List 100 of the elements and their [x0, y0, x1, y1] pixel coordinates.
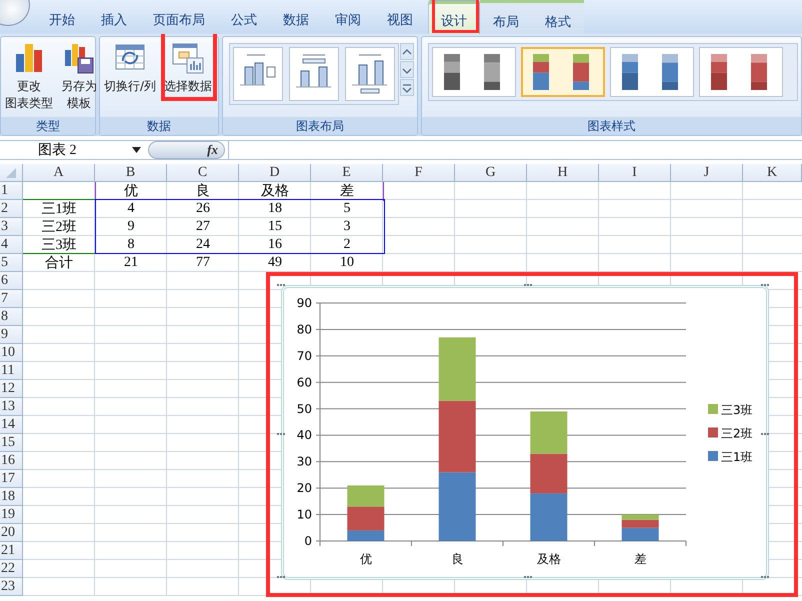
chart-bar: [347, 485, 384, 507]
column-header[interactable]: D: [239, 164, 311, 182]
chart-bar: [530, 411, 568, 454]
table-cell-text: 77: [195, 254, 211, 272]
style-option[interactable]: [610, 47, 694, 97]
column-header[interactable]: A: [23, 164, 95, 182]
scroll-down-button[interactable]: [400, 61, 414, 78]
ribbon-tab[interactable]: 数据: [270, 6, 322, 34]
column-header[interactable]: F: [383, 164, 455, 182]
table-cell-text: 2: [342, 236, 352, 254]
row-header[interactable]: 11: [0, 362, 23, 380]
more-button[interactable]: [400, 79, 414, 96]
row-header[interactable]: 16: [0, 452, 23, 470]
table-cell-text: 18: [267, 200, 283, 218]
ribbon-tab[interactable]: 插入: [88, 6, 140, 34]
ribbon-button[interactable]: 切换行/列: [103, 40, 158, 97]
dropdown-icon: [132, 147, 141, 153]
table-cell-text: 差: [339, 182, 355, 200]
ribbon-tab[interactable]: 格式: [532, 0, 584, 34]
scroll-up-button[interactable]: [400, 43, 414, 60]
chart-bar: [530, 454, 568, 494]
category-label: 差: [634, 552, 646, 566]
row-header[interactable]: 2: [0, 200, 23, 218]
row-header[interactable]: 17: [0, 470, 23, 488]
category-label: 良: [451, 552, 464, 566]
row-header[interactable]: 20: [0, 524, 23, 542]
ribbon-tab[interactable]: 开始: [36, 6, 88, 34]
row-header[interactable]: 1: [0, 182, 23, 200]
row-header[interactable]: 21: [0, 542, 23, 560]
resize-handle[interactable]: [523, 574, 533, 580]
resize-handle[interactable]: [760, 282, 770, 288]
column-header[interactable]: B: [95, 164, 167, 182]
table-chart-icon: [172, 42, 204, 74]
name-box-text: 图表 2: [38, 142, 76, 159]
row-header[interactable]: 19: [0, 506, 23, 524]
row-header[interactable]: 13: [0, 398, 23, 416]
ribbon-tab[interactable]: 页面布局: [140, 6, 218, 34]
bar-chart-icon: [13, 42, 45, 74]
row-header[interactable]: 8: [0, 308, 23, 326]
resize-handle[interactable]: [760, 574, 770, 580]
row-header[interactable]: 5: [0, 254, 23, 272]
row-header[interactable]: 12: [0, 380, 23, 398]
table-cell-text: 10: [339, 254, 355, 272]
ribbon-tab[interactable]: 审阅: [322, 6, 374, 34]
table-cell-text: 三2班: [40, 218, 78, 236]
group-label: 图表样式: [422, 117, 801, 135]
axis-label: 70: [296, 348, 312, 363]
table-cell-text: 24: [195, 236, 211, 254]
ribbon-button[interactable]: 另存为 模板: [60, 40, 98, 114]
table-cell-text: 优: [123, 182, 139, 200]
ribbon-tab[interactable]: 布局: [480, 0, 532, 34]
row-header[interactable]: 9: [0, 326, 23, 344]
ribbon-tab[interactable]: 公式: [218, 6, 270, 34]
row-header[interactable]: 4: [0, 236, 23, 254]
row-header[interactable]: 10: [0, 344, 23, 362]
resize-handle[interactable]: [760, 431, 770, 437]
row-header[interactable]: 7: [0, 290, 23, 308]
name-box[interactable]: 图表 2: [0, 141, 145, 159]
column-header[interactable]: I: [599, 164, 671, 182]
row-header[interactable]: 18: [0, 488, 23, 506]
table-cell-text: 良: [195, 182, 211, 200]
table-cell-text: 9: [126, 218, 136, 236]
ribbon-button[interactable]: 更改 图表类型: [4, 40, 54, 114]
column-header[interactable]: H: [527, 164, 599, 182]
row-header[interactable]: 22: [0, 560, 23, 578]
axis-label: 0: [304, 534, 312, 548]
table-cell-text: 三3班: [40, 236, 78, 254]
resize-handle[interactable]: [276, 431, 286, 437]
column-header[interactable]: C: [167, 164, 239, 182]
style-option[interactable]: [699, 47, 783, 97]
layout-option[interactable]: [289, 47, 339, 101]
table-cell-text: 合计: [44, 254, 74, 272]
row-header[interactable]: 6: [0, 272, 23, 290]
ribbon-tab[interactable]: 视图: [374, 6, 426, 34]
table-cell-text: 3: [342, 218, 352, 236]
expand-icon: [400, 82, 414, 94]
insert-function-button[interactable]: fx: [148, 141, 225, 159]
table-cell-text: 21: [123, 254, 139, 272]
row-header[interactable]: 14: [0, 416, 23, 434]
column-header[interactable]: J: [671, 164, 743, 182]
group-label: 图表布局: [223, 117, 417, 135]
row-header[interactable]: 15: [0, 434, 23, 452]
resize-handle[interactable]: [276, 574, 286, 580]
layout-option[interactable]: [345, 47, 395, 101]
row-header[interactable]: 23: [0, 578, 23, 596]
column-header[interactable]: G: [455, 164, 527, 182]
resize-handle[interactable]: [523, 282, 533, 288]
corner-icon: [6, 168, 16, 178]
ribbon-tab[interactable]: 设计: [428, 0, 480, 34]
layout-option[interactable]: [233, 47, 283, 101]
style-option[interactable]: [521, 47, 605, 97]
axis-label: 30: [296, 454, 312, 469]
resize-handle[interactable]: [276, 282, 286, 288]
ribbon-button[interactable]: 选择数据: [163, 40, 214, 97]
column-header[interactable]: E: [311, 164, 383, 182]
column-header[interactable]: K: [743, 164, 802, 182]
row-header[interactable]: 3: [0, 218, 23, 236]
style-option[interactable]: [432, 47, 516, 97]
legend-label: 三3班: [721, 403, 753, 417]
table-cell-text: 26: [195, 200, 211, 218]
